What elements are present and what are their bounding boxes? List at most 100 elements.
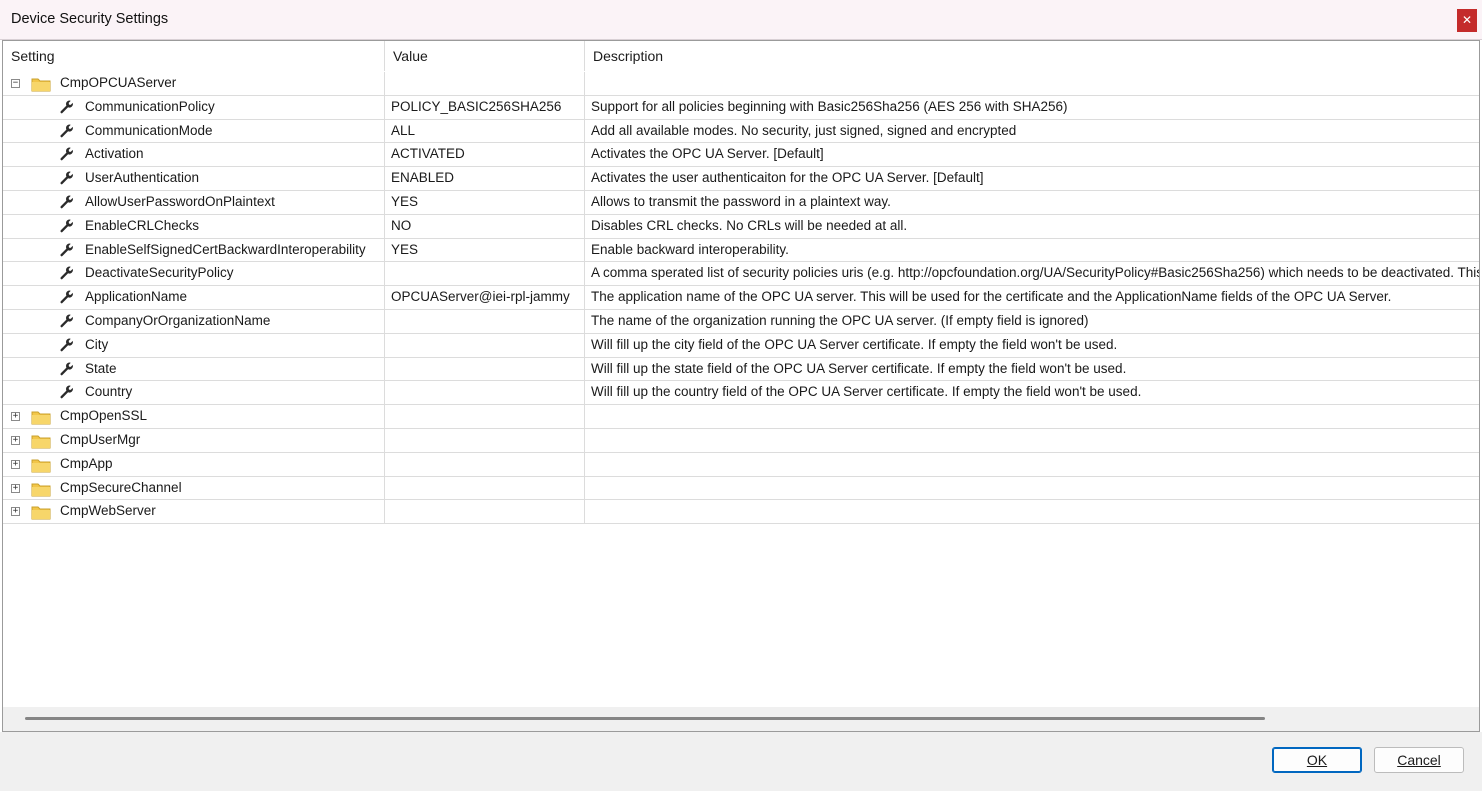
value-cell[interactable]: NO (385, 214, 585, 239)
setting-name: ApplicationName (85, 289, 188, 305)
ok-button[interactable]: OK (1272, 747, 1362, 773)
group-row[interactable]: + CmpUserMgr (3, 429, 1479, 453)
setting-cell[interactable]: + CmpApp (3, 452, 385, 477)
value-cell[interactable] (385, 357, 585, 382)
table-row[interactable]: UserAuthentication ENABLED Activates the u… (3, 167, 1479, 191)
table-row[interactable]: CompanyOrOrganizationName The name of the… (3, 310, 1479, 334)
table-row[interactable]: Country Will fill up the country field of… (3, 381, 1479, 406)
setting-cell[interactable]: UserAuthentication (3, 167, 385, 191)
value-cell[interactable] (385, 381, 585, 406)
table-row[interactable]: AllowUserPasswordOnPlaintext YES Allows to… (3, 191, 1479, 215)
column-header-setting[interactable]: Setting (3, 41, 385, 71)
wrench-icon (59, 384, 75, 404)
collapse-icon[interactable]: − (11, 79, 20, 88)
setting-name: UserAuthentication (85, 170, 200, 186)
value-cell[interactable] (385, 476, 585, 501)
setting-cell[interactable]: CompanyOrOrganizationName (3, 310, 385, 334)
value-cell[interactable]: ENABLED (385, 167, 585, 191)
expand-icon[interactable]: + (11, 436, 20, 445)
scrollbar-thumb[interactable] (25, 717, 1265, 720)
setting-name: AllowUserPasswordOnPlaintext (85, 194, 275, 209)
settings-grid: Setting Value Description − CmpOPCUAServe… (2, 40, 1480, 732)
value-cell[interactable]: OPCUAServer@iei-rpl-jammy (385, 286, 585, 310)
title-bar: Device Security Settings ✕ (0, 0, 1482, 40)
setting-name: Country (85, 384, 133, 400)
expand-icon[interactable]: + (11, 459, 20, 469)
wrench-icon (59, 313, 75, 333)
setting-cell[interactable]: City (3, 333, 385, 358)
dialog-footer: OK Cancel (0, 732, 1482, 791)
group-row[interactable]: + CmpSecureChannel (3, 476, 1479, 501)
folder-icon (31, 76, 51, 95)
value-cell[interactable] (385, 452, 585, 477)
expand-icon[interactable]: + (11, 412, 20, 422)
table-row[interactable]: State Will fill up the state field of the… (3, 357, 1479, 382)
value-cell[interactable] (385, 500, 585, 525)
value-cell[interactable]: ALL (385, 119, 585, 144)
folder-icon (31, 504, 51, 523)
group-row[interactable]: − CmpOPCUAServer (3, 72, 1479, 96)
expand-icon[interactable]: + (11, 483, 20, 493)
wrench-icon (59, 123, 75, 143)
value-cell[interactable]: POLICY_BASIC256SHA256 (385, 95, 585, 120)
value-cell[interactable] (385, 429, 585, 453)
group-label: CmpOpenSSL (60, 408, 148, 424)
setting-cell[interactable]: Activation (3, 143, 385, 168)
wrench-icon (59, 146, 75, 166)
setting-cell[interactable]: ApplicationName (3, 286, 385, 310)
wrench-icon (59, 99, 75, 119)
folder-icon (31, 433, 51, 452)
window-title: Device Security Settings (11, 11, 169, 27)
setting-cell[interactable]: Country (3, 381, 385, 406)
setting-cell[interactable]: + CmpSecureChannel (3, 476, 385, 501)
setting-cell[interactable]: CommunicationPolicy (3, 95, 385, 120)
setting-cell[interactable]: DeactivateSecurityPolicy (3, 262, 385, 287)
column-header-description[interactable]: Description (585, 41, 1479, 71)
table-row[interactable]: CommunicationPolicy POLICY_BASIC256SHA256… (3, 95, 1479, 120)
setting-cell[interactable]: EnableCRLChecks (3, 214, 385, 239)
setting-name: CommunicationPolicy (85, 98, 215, 114)
group-row[interactable]: + CmpWebServer (3, 500, 1479, 525)
setting-cell[interactable]: EnableSelfSignedCertBackwardInteroperabi… (3, 238, 385, 263)
table-row[interactable]: ApplicationName OPCUAServer@iei-rpl-jammy… (3, 286, 1479, 310)
setting-cell[interactable]: + CmpOpenSSL (3, 405, 385, 429)
close-icon[interactable]: ✕ (1457, 9, 1477, 32)
setting-name: CommunicationMode (85, 122, 213, 138)
setting-name: State (85, 360, 117, 376)
setting-cell[interactable]: + CmpUserMgr (3, 429, 385, 453)
description-cell: Support for all policies beginning with … (585, 96, 1479, 120)
value-cell[interactable]: ACTIVATED (385, 143, 585, 168)
value-cell[interactable] (385, 72, 585, 96)
group-row[interactable]: + CmpOpenSSL (3, 405, 1479, 429)
table-row[interactable]: EnableCRLChecks NO Disables CRL checks. No… (3, 214, 1479, 239)
cancel-button[interactable]: Cancel (1374, 747, 1464, 773)
value-cell[interactable]: YES (385, 238, 585, 263)
group-row[interactable]: + CmpApp (3, 452, 1479, 477)
description-cell (585, 405, 1479, 429)
group-label: CmpApp (60, 455, 113, 471)
setting-cell[interactable]: AllowUserPasswordOnPlaintext (3, 191, 385, 215)
table-row[interactable]: Activation ACTIVATED Activates the OPC UA … (3, 143, 1479, 168)
value-cell[interactable] (385, 310, 585, 334)
column-header-value[interactable]: Value (385, 41, 585, 71)
expand-icon[interactable]: + (11, 507, 20, 517)
setting-cell[interactable]: − CmpOPCUAServer (3, 72, 385, 96)
setting-cell[interactable]: + CmpWebServer (3, 500, 385, 525)
description-cell: Will fill up the city field of the OPC U… (585, 334, 1479, 358)
setting-cell[interactable]: CommunicationMode (3, 119, 385, 144)
wrench-icon (59, 194, 75, 214)
description-cell: Will fill up the state field of the OPC … (585, 358, 1479, 382)
table-row[interactable]: City Will fill up the city field of the O… (3, 333, 1479, 358)
value-cell[interactable] (385, 405, 585, 429)
value-cell[interactable]: YES (385, 191, 585, 215)
value-cell[interactable] (385, 262, 585, 287)
horizontal-scrollbar[interactable] (3, 707, 1479, 731)
wrench-icon (59, 218, 75, 238)
table-row[interactable]: DeactivateSecurityPolicy A comma sperated… (3, 262, 1479, 287)
description-cell (585, 477, 1479, 501)
setting-cell[interactable]: State (3, 357, 385, 382)
table-row[interactable]: EnableSelfSignedCertBackwardInteroperabi… (3, 238, 1479, 263)
folder-icon (31, 409, 51, 428)
value-cell[interactable] (385, 333, 585, 358)
table-row[interactable]: CommunicationMode ALL Add all available mo… (3, 119, 1479, 144)
